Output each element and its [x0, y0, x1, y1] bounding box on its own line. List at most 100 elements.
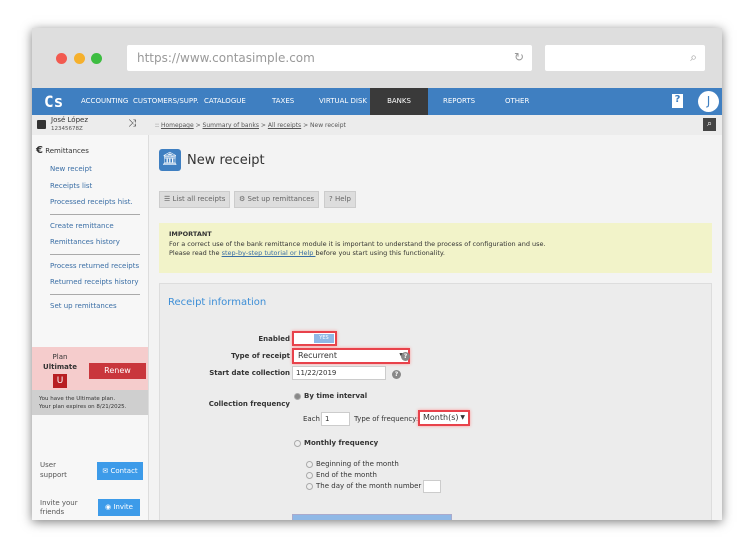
important-notice: IMPORTANT For a correct use of the bank … — [159, 223, 712, 273]
minimize-window-button[interactable] — [74, 53, 85, 64]
nav-other[interactable]: OTHER — [505, 88, 529, 115]
breadcrumb-prefix: :: — [155, 122, 160, 129]
contact-button[interactable]: ✉ Contact — [97, 462, 143, 480]
notice-text: before you start using this functionalit… — [315, 249, 445, 257]
freq-type-label: Type of frequency: — [354, 415, 419, 423]
plan-info-2: Your plan expires on 8/21/2025. — [39, 404, 127, 410]
radio-unchecked — [306, 482, 313, 490]
close-window-button[interactable] — [56, 53, 67, 64]
bank-icon: 🏛 — [159, 149, 181, 171]
plan-badge: U — [53, 374, 67, 388]
btn-label: List all receipts — [172, 195, 226, 203]
browser-chrome: https://www.contasimple.com ↻ ⌕ — [32, 28, 722, 88]
sidebar-new-receipt[interactable]: New receipt — [32, 161, 148, 178]
radio-label: The day of the month number — [316, 482, 422, 490]
section-title: Remittances — [45, 147, 89, 155]
beginning-radio[interactable]: Beginning of the month — [306, 460, 399, 468]
radio-unchecked — [306, 471, 313, 479]
monthly-radio[interactable]: Monthly frequency — [294, 439, 378, 447]
renew-button[interactable]: Renew — [89, 363, 146, 379]
browser-search[interactable]: ⌕ — [545, 45, 705, 71]
breadcrumb-current: New receipt — [310, 122, 346, 129]
notice-line-1: For a correct use of the bank remittance… — [169, 239, 546, 248]
list-icon: ☰ — [164, 195, 171, 203]
enabled-toggle[interactable]: YES — [292, 331, 337, 346]
help-icon[interactable]: ? — [672, 94, 683, 108]
page-title: New receipt — [187, 153, 265, 168]
tutorial-link[interactable]: step-by-step tutorial or Help — [222, 249, 316, 257]
breadcrumb-homepage[interactable]: Homepage — [161, 122, 194, 129]
receipt-info-card: Receipt information Enabled YES Type of … — [159, 283, 712, 520]
sidebar-remittances-history[interactable]: Remittances history — [32, 234, 148, 251]
sidebar-processed-receipts[interactable]: Processed receipts hist. — [32, 194, 148, 211]
invite-button[interactable]: ◉ Invite — [98, 499, 140, 516]
section-title: Receipt information — [168, 297, 267, 308]
gear-icon: ⚙ — [239, 195, 246, 203]
nav-virtual-disk[interactable]: VIRTUAL DISK — [319, 88, 367, 115]
start-date-input[interactable]: 11/22/2019 — [292, 366, 386, 380]
day-number-radio[interactable]: The day of the month number — [306, 482, 421, 490]
start-date-label: Start date collection — [209, 369, 290, 377]
help-button[interactable]: ? Help — [324, 191, 356, 208]
divider — [50, 253, 140, 255]
save-button[interactable] — [292, 514, 452, 520]
plan-name: Ultimate — [43, 363, 77, 371]
mail-icon: ✉ — [102, 467, 109, 475]
radio-label: Monthly frequency — [304, 439, 379, 447]
sidebar: € Remittances New receipt Receipts list … — [32, 135, 149, 520]
each-value: 1 — [325, 415, 330, 423]
type-select[interactable]: Recurrent▼ — [292, 348, 410, 364]
invite-label: Invite your friends — [40, 499, 78, 516]
notice-title: IMPORTANT — [169, 230, 212, 238]
divider — [50, 293, 140, 295]
radio-unchecked — [294, 439, 301, 447]
radio-unchecked — [306, 460, 313, 468]
help-icon[interactable]: ? — [392, 370, 401, 379]
sidebar-process-returned[interactable]: Process returned receipts — [32, 258, 148, 275]
browser-window: https://www.contasimple.com ↻ ⌕ Cs ACCOUN… — [32, 28, 722, 520]
user-support-label: User support — [40, 461, 67, 479]
type-label: Type of receipt — [231, 352, 290, 360]
each-input[interactable]: 1 — [321, 412, 350, 426]
nav-reports[interactable]: REPORTS — [443, 88, 475, 115]
globe-icon: ◉ — [105, 503, 112, 511]
start-date-value: 11/22/2019 — [296, 369, 337, 377]
user-card-icon — [37, 120, 46, 129]
chevron-down-icon: ▼ — [460, 414, 465, 421]
each-label: Each — [303, 415, 320, 423]
subheader: José López 12345678Z ⤨ :: Homepage > Sum… — [32, 115, 722, 135]
euro-icon: € — [36, 145, 43, 156]
search-icon: ⌕ — [690, 50, 697, 64]
breadcrumb: :: Homepage > Summary of banks > All rec… — [155, 122, 346, 129]
freq-type-value: Month(s) — [423, 413, 459, 422]
nav-catalogue[interactable]: CATALOGUE — [204, 88, 246, 115]
search-icon[interactable]: ⌕ — [703, 118, 716, 131]
breadcrumb-all-receipts[interactable]: All receipts — [268, 122, 301, 129]
type-value: Recurrent — [298, 351, 337, 360]
address-bar[interactable]: https://www.contasimple.com ↻ — [127, 45, 532, 71]
plan-label: Plan — [52, 353, 68, 361]
avatar[interactable]: J — [698, 91, 719, 112]
nav-customers[interactable]: CUSTOMERS/SUPP. — [133, 88, 199, 115]
sidebar-receipts-list[interactable]: Receipts list — [32, 178, 148, 195]
logo[interactable]: Cs — [44, 92, 63, 111]
notice-line-2: Please read the step-by-step tutorial or… — [169, 249, 702, 259]
contact-label: Contact — [110, 467, 138, 475]
set-up-remittances-button[interactable]: ⚙ Set up remittances — [234, 191, 320, 208]
breadcrumb-summary[interactable]: Summary of banks — [203, 122, 259, 129]
frequency-select[interactable]: Month(s) ▼ — [418, 410, 470, 426]
by-interval-radio[interactable]: By time interval — [294, 392, 367, 400]
sidebar-returned-history[interactable]: Returned receipts history — [32, 274, 148, 291]
sidebar-create-remittance[interactable]: Create remittance — [32, 218, 148, 235]
end-radio[interactable]: End of the month — [306, 471, 377, 479]
maximize-window-button[interactable] — [91, 53, 102, 64]
day-number-input[interactable] — [423, 480, 441, 493]
list-all-receipts-button[interactable]: ☰ List all receipts — [159, 191, 231, 208]
reload-icon[interactable]: ↻ — [514, 50, 524, 64]
help-icon[interactable]: ? — [401, 352, 410, 361]
nav-banks[interactable]: BANKS — [370, 88, 428, 115]
nav-taxes[interactable]: TAXES — [272, 88, 294, 115]
sidebar-set-up-remittances[interactable]: Set up remittances — [32, 298, 148, 315]
collapse-sidebar-icon[interactable]: ⤨ — [128, 118, 136, 129]
nav-accounting[interactable]: ACCOUNTING — [81, 88, 128, 115]
